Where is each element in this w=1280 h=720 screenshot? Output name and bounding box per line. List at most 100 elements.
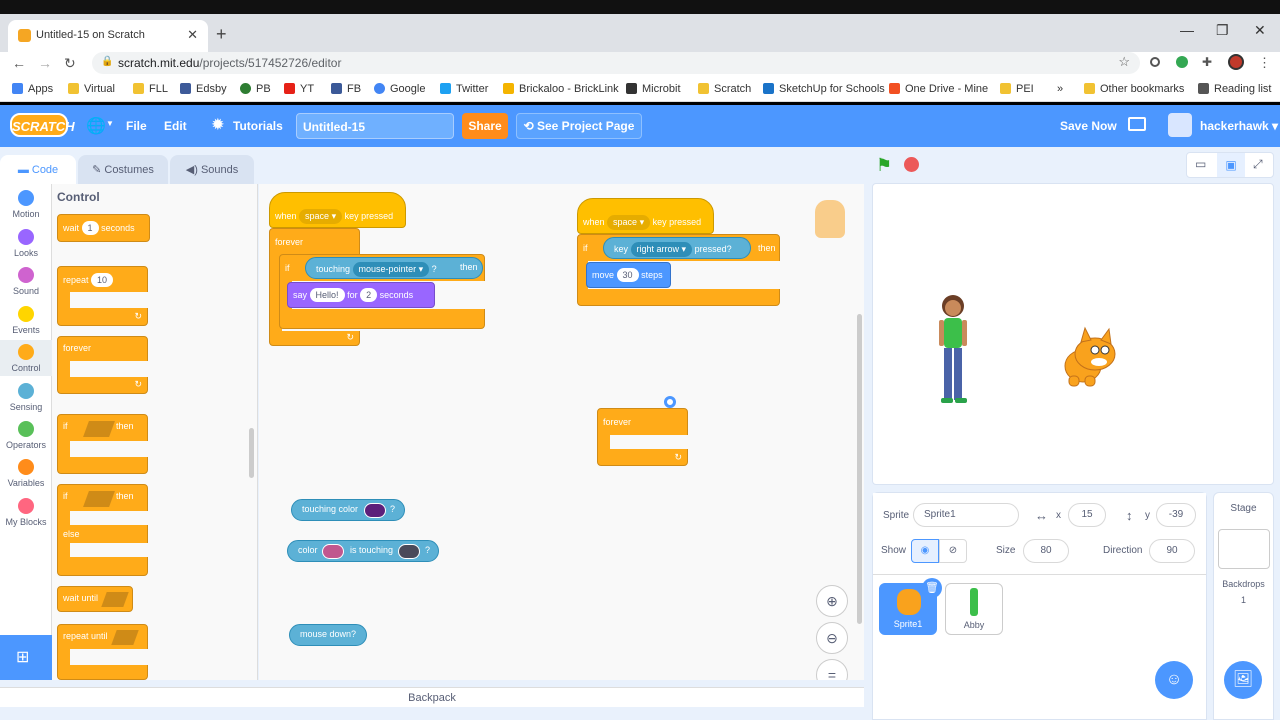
repeat-block[interactable]: repeat 10 ↻ [57,266,148,326]
backpack-bar[interactable]: Backpack [0,687,864,707]
fullscreen-icon[interactable]: ⤢ [1253,157,1263,172]
bookmark-pb[interactable]: PB [240,83,271,95]
script-scrollbar[interactable] [857,314,862,624]
save-now-button[interactable]: Save Now [1060,119,1117,133]
forward-icon[interactable]: → [38,55,52,71]
category-events[interactable]: Events [0,306,52,335]
direction-input[interactable]: 90 [1149,539,1195,563]
stop-icon[interactable] [904,157,919,172]
when-key-pressed-hat[interactable]: when space ▾ key pressed [269,192,406,228]
color-is-touching-block[interactable]: color is touching? [287,540,439,562]
category-control[interactable]: Control [0,340,52,376]
maximize-icon[interactable]: ❐ [1216,22,1229,39]
palette-scrollbar[interactable] [249,428,254,478]
bookmarks-overflow-icon[interactable]: » [1057,83,1063,95]
minimize-icon[interactable]: — [1180,22,1194,38]
username-menu[interactable]: hackerhawk ▾ [1200,119,1278,133]
choose-backdrop-button[interactable]: 🖼 [1224,661,1262,699]
stage[interactable] [872,183,1274,485]
if-then-else-block[interactable]: if then else [57,484,148,576]
tab-sounds[interactable]: ◀) Sounds [170,155,254,185]
wait-seconds-block[interactable]: wait 1 seconds [57,214,150,242]
say-for-seconds-block[interactable]: say Hello! for 2 seconds [287,282,435,308]
sprite-name-input[interactable]: Sprite1 [913,503,1019,527]
close-tab-icon[interactable]: ✕ [187,27,198,43]
y-input[interactable]: -39 [1156,503,1196,527]
zoom-in-button[interactable]: ⊕ [816,585,848,617]
grammarly-icon[interactable] [1176,56,1188,68]
bookmark-onedrive[interactable]: One Drive - Mine [889,83,988,95]
size-input[interactable]: 80 [1023,539,1069,563]
bookmark-star-icon[interactable]: ☆ [1118,54,1130,70]
repeat-until-block[interactable]: repeat until [57,624,148,680]
project-title-input[interactable]: Untitled-15 [296,113,454,139]
my-stuff-folder-icon[interactable] [1128,117,1146,131]
reset-zoom-button[interactable]: = [816,659,848,680]
tutorials-menu[interactable]: Tutorials [233,119,283,133]
normal-stage-icon[interactable]: ▣ [1217,153,1245,177]
scratch-logo[interactable]: SCRATCH [10,113,75,137]
tab-code[interactable]: ▬ Code [0,155,76,185]
bookmark-sketchup[interactable]: SketchUp for Schools [763,83,885,95]
bookmark-apps[interactable]: Apps [12,83,53,95]
bookmark-fll[interactable]: FLL [133,83,168,95]
key-pressed-sensing-block[interactable]: key right arrow ▾ pressed? [603,237,751,259]
show-eye-icon[interactable]: ◉ [911,539,939,563]
bookmark-twitter[interactable]: Twitter [440,83,488,95]
back-icon[interactable]: ← [12,55,26,71]
touching-block[interactable]: touching mouse-pointer ▾ ? [305,257,483,279]
when-key-pressed-hat-2[interactable]: when space ▾ key pressed [577,198,714,234]
bookmark-virtual[interactable]: Virtual [68,83,115,95]
category-variables[interactable]: Variables [0,459,52,488]
category-motion[interactable]: Motion [0,190,52,219]
bookmark-fb[interactable]: FB [331,83,361,95]
bookmark-google[interactable]: Google [374,83,425,95]
profile-icon[interactable] [1228,54,1244,70]
edit-menu[interactable]: Edit [164,119,187,133]
touching-color-block[interactable]: touching color ? [291,499,405,521]
x-input[interactable]: 15 [1068,503,1106,527]
see-project-page-button[interactable]: ⟲ See Project Page [516,113,642,139]
sprite-tile-abby[interactable]: Abby [945,583,1003,635]
reload-icon[interactable]: ↻ [64,55,76,72]
tab-costumes[interactable]: ✎ Costumes [78,155,168,185]
backdrop-thumbnail[interactable] [1218,529,1270,569]
bookmark-brickaloo[interactable]: Brickaloo - BrickLink [503,83,619,95]
loose-forever-block[interactable]: forever ↻ [597,408,688,466]
bookmark-edsby[interactable]: Edsby [180,83,227,95]
category-sound[interactable]: Sound [0,267,52,296]
mouse-down-block[interactable]: mouse down? [289,624,367,646]
url-field[interactable]: 🔒 scratch.mit.edu/projects/517452726/edi… [92,52,1140,74]
category-my-blocks[interactable]: My Blocks [0,498,52,527]
close-window-icon[interactable]: ✕ [1254,22,1266,39]
category-sensing[interactable]: Sensing [0,383,52,412]
bookmark-scratch[interactable]: Scratch [698,83,751,95]
script-area[interactable]: when space ▾ key pressed forever ↻ if tou… [259,184,864,680]
extension-icon[interactable] [1150,57,1160,67]
puzzle-icon[interactable]: ✚ [1202,55,1212,69]
add-extension-button[interactable]: ⊞ [0,635,52,680]
move-steps-block[interactable]: move 30 steps [586,262,671,288]
green-flag-icon[interactable]: ⚑ [876,155,892,176]
new-tab-icon[interactable]: + [216,24,227,45]
hide-eye-icon[interactable]: ⊘ [939,539,967,563]
choose-sprite-button[interactable]: ☺ [1155,661,1193,699]
share-button[interactable]: Share [462,113,508,139]
if-then-block[interactable]: if then [57,414,148,474]
bookmark-pei[interactable]: PEI [1000,83,1034,95]
zoom-out-button[interactable]: ⊖ [816,622,848,654]
wait-until-block[interactable]: wait until [57,586,133,612]
browser-menu-icon[interactable]: ⋮ [1258,55,1271,71]
bookmark-microbit[interactable]: Microbit [626,83,681,95]
category-operators[interactable]: Operators [0,421,52,450]
bookmark-yt[interactable]: YT [284,83,314,95]
small-stage-icon[interactable]: ▭ [1195,157,1206,171]
forever-block[interactable]: forever ↻ [57,336,148,394]
globe-icon[interactable]: 🌐 [86,116,106,136]
bookmark-other[interactable]: Other bookmarks [1084,83,1184,95]
bookmark-reading-list[interactable]: Reading list [1198,83,1271,95]
avatar[interactable] [1168,113,1192,137]
category-looks[interactable]: Looks [0,229,52,258]
file-menu[interactable]: File [126,119,147,133]
delete-sprite-icon[interactable]: 🗑 [922,578,942,598]
